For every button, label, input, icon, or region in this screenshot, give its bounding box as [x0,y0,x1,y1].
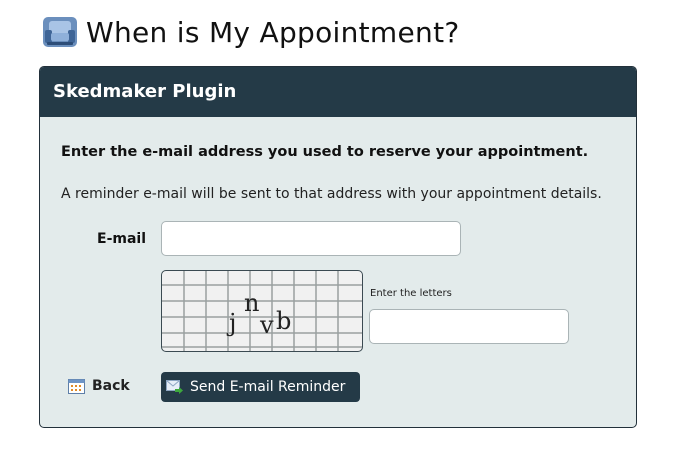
page: When is My Appointment? Skedmaker Plugin… [0,0,676,454]
send-mail-icon [166,380,183,394]
title-row: When is My Appointment? [42,14,460,50]
send-button-label: Send E-mail Reminder [190,379,346,395]
back-label: Back [92,378,130,394]
captcha-field[interactable] [369,309,569,344]
captcha-grid: j n v b [162,271,362,351]
reminder-text: A reminder e-mail will be sent to that a… [61,186,602,202]
calendar-icon [68,379,85,394]
page-title: When is My Appointment? [86,15,460,49]
captcha-label: Enter the letters [370,288,452,299]
captcha-image: j n v b [161,270,363,352]
back-link[interactable]: Back [68,378,130,394]
email-label: E-mail [97,231,147,247]
sofa-icon [43,17,77,47]
email-field[interactable] [161,221,461,256]
svg-text:b: b [276,307,291,335]
svg-text:n: n [244,289,259,317]
panel-header: Skedmaker Plugin [40,67,636,117]
send-reminder-button[interactable]: Send E-mail Reminder [161,372,360,402]
instructions-text: Enter the e-mail address you used to res… [61,144,589,160]
svg-text:v: v [259,311,274,339]
reminder-panel: Skedmaker Plugin Enter the e-mail addres… [39,66,637,428]
